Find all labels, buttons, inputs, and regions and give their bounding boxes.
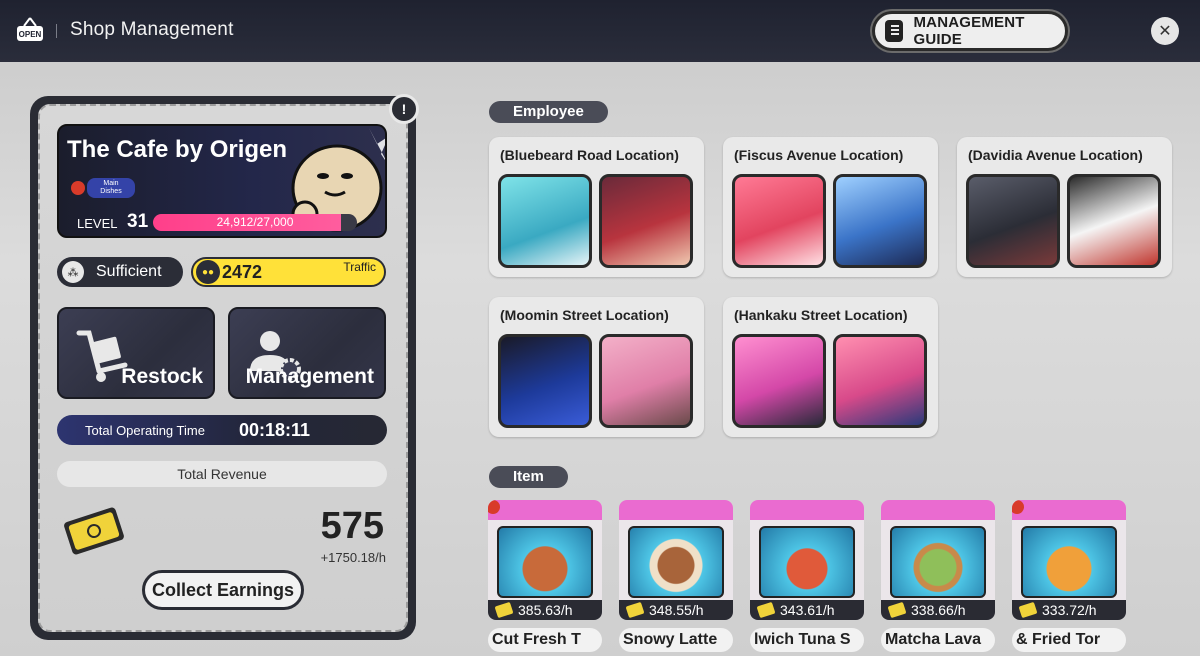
restock-button[interactable]: Restock: [57, 307, 215, 399]
revenue-label: Total Revenue: [57, 461, 387, 487]
level-label: LEVEL: [77, 216, 118, 231]
tomato-icon: [1012, 500, 1024, 514]
revenue-rate: +1750.18/h: [320, 550, 386, 565]
management-label: Management: [245, 365, 374, 388]
item-card-header: [488, 500, 602, 520]
management-guide-label: MANAGEMENT GUIDE: [913, 14, 1025, 48]
food-image: [628, 526, 724, 598]
traffic-status: ●● 2472 Traffic: [191, 257, 386, 287]
employee-portrait[interactable]: [833, 334, 927, 428]
traffic-value: 2472: [222, 261, 263, 282]
food-image: [1021, 526, 1117, 598]
location-title: (Bluebeard Road Location): [500, 147, 679, 163]
item-rate-value: 333.72/h: [1042, 602, 1097, 618]
item-card[interactable]: 333.72/h: [1012, 500, 1126, 620]
employee-portrait[interactable]: [732, 174, 826, 268]
employee-portrait[interactable]: [599, 334, 693, 428]
shop-card: The Cafe by Origen Main Dishes LEVEL 31 …: [57, 124, 387, 238]
supply-icon: ⁂: [62, 261, 84, 283]
item-card[interactable]: 385.63/h: [488, 500, 602, 620]
item-card[interactable]: 348.55/h: [619, 500, 733, 620]
item-card-header: [881, 500, 995, 520]
management-button[interactable]: Management: [228, 307, 386, 399]
item-rate: 338.66/h: [881, 600, 995, 620]
shop-name: The Cafe by Origen: [67, 136, 288, 163]
item-name: Cut Fresh T: [488, 628, 602, 652]
revenue-value: 575: [320, 505, 384, 547]
title-divider: [56, 24, 57, 38]
top-bar: OPEN Shop Management MANAGEMENT GUIDE ✕: [0, 0, 1200, 62]
location-title: (Moomin Street Location): [500, 307, 669, 323]
location-card[interactable]: (Davidia Avenue Location): [957, 137, 1172, 277]
coin-icon: [494, 601, 514, 619]
location-card[interactable]: (Moomin Street Location): [489, 297, 704, 437]
item-rate: 348.55/h: [619, 600, 733, 620]
operating-time: Total Operating Time 00:18:11: [57, 415, 387, 445]
food-image: [759, 526, 855, 598]
operating-time-label: Total Operating Time: [85, 423, 205, 438]
employee-portrait[interactable]: [498, 334, 592, 428]
employee-section-label: Employee: [489, 101, 608, 123]
item-rate-value: 338.66/h: [911, 602, 966, 618]
employee-portrait[interactable]: [599, 174, 693, 268]
restock-label: Restock: [121, 365, 203, 388]
location-title: (Hankaku Street Location): [734, 307, 908, 323]
coin-icon: [625, 601, 645, 619]
coin-icon: [887, 601, 907, 619]
employee-portrait[interactable]: [732, 334, 826, 428]
item-rate-value: 385.63/h: [518, 602, 573, 618]
level-value: 31: [127, 211, 149, 232]
employee-portrait[interactable]: [833, 174, 927, 268]
item-card-header: [750, 500, 864, 520]
item-name: Matcha Lava: [881, 628, 995, 652]
page-title: Shop Management: [70, 19, 234, 40]
category-label: Main Dishes: [87, 178, 135, 198]
item-name: & Fried Tor: [1012, 628, 1126, 652]
location-card[interactable]: (Bluebeard Road Location): [489, 137, 704, 277]
management-guide-button[interactable]: MANAGEMENT GUIDE: [872, 11, 1068, 51]
info-icon[interactable]: !: [389, 94, 419, 124]
people-icon: ●●: [196, 260, 220, 284]
item-card-header: [619, 500, 733, 520]
traffic-label: Traffic: [343, 260, 376, 274]
item-rate: 333.72/h: [1012, 600, 1126, 620]
location-title: (Davidia Avenue Location): [968, 147, 1143, 163]
item-name: Snowy Latte: [619, 628, 733, 652]
xp-text: 24,912/27,000: [216, 215, 294, 229]
location-card[interactable]: (Hankaku Street Location): [723, 297, 938, 437]
item-rate: 343.61/h: [750, 600, 864, 620]
employee-portrait[interactable]: [1067, 174, 1161, 268]
item-name: lwich Tuna S: [750, 628, 864, 652]
food-image: [497, 526, 593, 598]
coin-icon: [756, 601, 776, 619]
collect-earnings-button[interactable]: Collect Earnings: [142, 570, 304, 610]
item-rate-value: 343.61/h: [780, 602, 835, 618]
supply-label: Sufficient: [96, 263, 162, 280]
location-title: (Fiscus Avenue Location): [734, 147, 904, 163]
open-sign-icon: OPEN: [17, 17, 43, 41]
item-card[interactable]: 343.61/h: [750, 500, 864, 620]
employee-portrait[interactable]: [966, 174, 1060, 268]
item-card-header: [1012, 500, 1126, 520]
tomato-icon: [488, 500, 500, 514]
operating-time-value: 00:18:11: [239, 420, 311, 440]
item-card[interactable]: 338.66/h: [881, 500, 995, 620]
employee-portrait[interactable]: [498, 174, 592, 268]
category-tag: Main Dishes: [71, 178, 135, 198]
tomato-icon: [71, 181, 85, 195]
item-rate: 385.63/h: [488, 600, 602, 620]
item-rate-value: 348.55/h: [649, 602, 704, 618]
item-section-label: Item: [489, 466, 568, 488]
location-card[interactable]: (Fiscus Avenue Location): [723, 137, 938, 277]
close-button[interactable]: ✕: [1151, 17, 1179, 45]
supply-status: ⁂ Sufficient: [57, 257, 183, 287]
book-icon: [885, 20, 904, 42]
open-sign-text: OPEN: [19, 30, 42, 39]
food-image: [890, 526, 986, 598]
coin-icon: [1018, 601, 1038, 619]
